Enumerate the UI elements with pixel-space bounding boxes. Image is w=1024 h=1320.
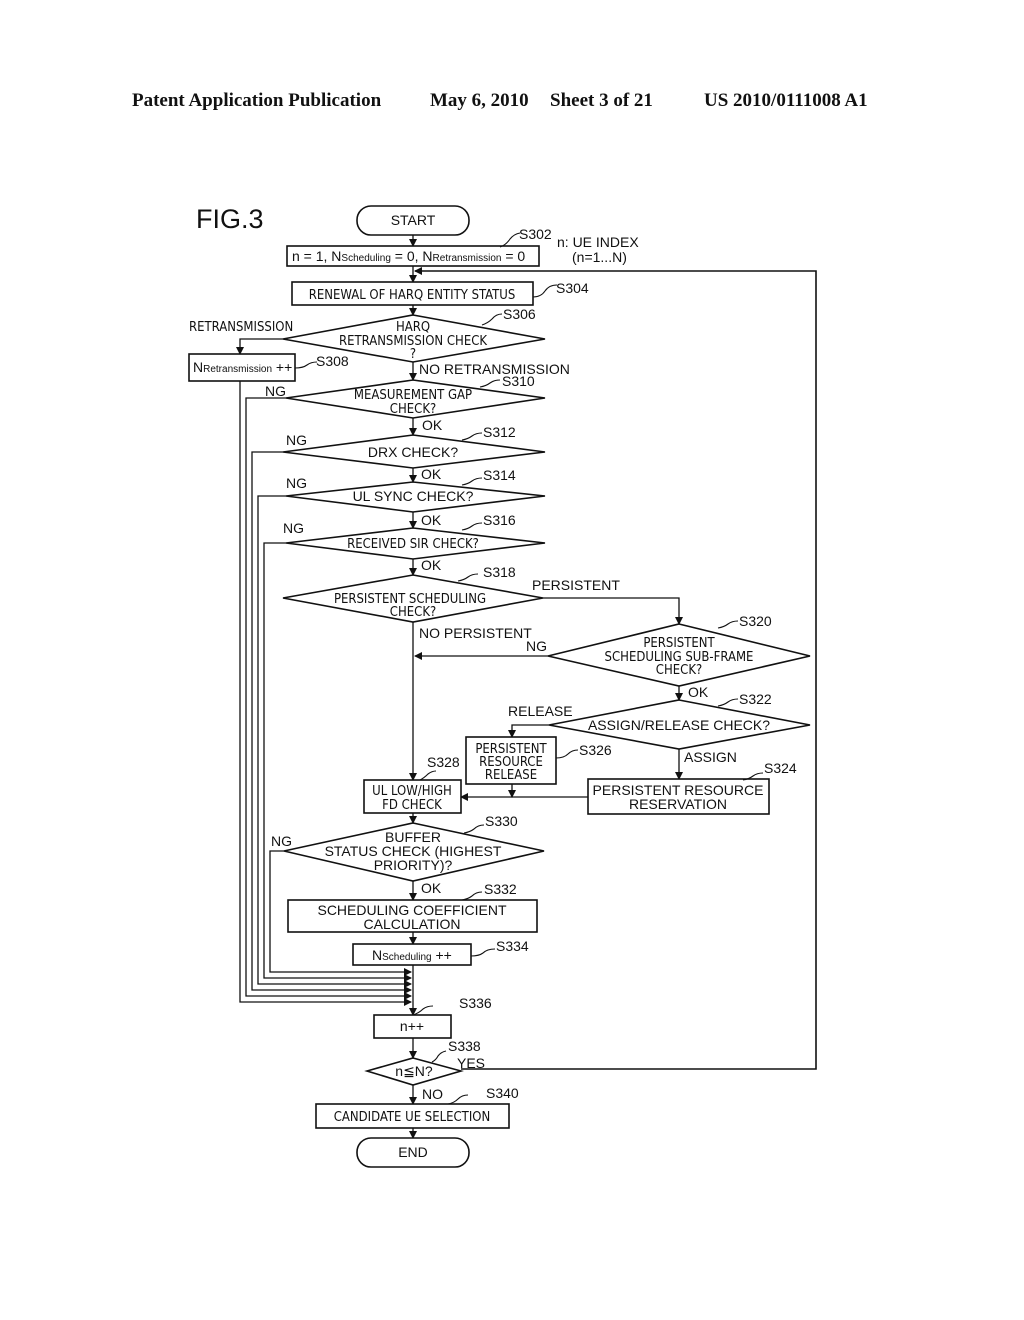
s306-step-id: S306: [503, 306, 536, 322]
s314-ng-label: NG: [286, 475, 307, 491]
s336-text: n++: [400, 1018, 424, 1034]
s320-ng-label: NG: [526, 638, 547, 654]
s338-text: n≦N?: [395, 1063, 433, 1079]
s308-step-id: S308: [316, 353, 349, 369]
s318-persistent-label: PERSISTENT: [532, 577, 620, 593]
s316-text: RECEIVED SIR CHECK?: [347, 537, 479, 552]
decision-s314: UL SYNC CHECK? S314: [285, 467, 546, 513]
s330-line3: PRIORITY)?: [374, 857, 453, 873]
s310-line1: MEASUREMENT GAP: [354, 388, 472, 403]
step-s324: PERSISTENT RESOURCE RESERVATION S324: [587, 760, 797, 815]
decision-s320: PERSISTENT SCHEDULING SUB-FRAME CHECK? S…: [547, 613, 811, 687]
s330-ng-label: NG: [271, 833, 292, 849]
s316-step-id: S316: [483, 512, 516, 528]
s320-line1: PERSISTENT: [643, 636, 715, 651]
s338-no-label: NO: [422, 1086, 443, 1102]
s306-retransmission-label: RETRANSMISSION: [189, 320, 293, 335]
s330-ok-label: OK: [421, 880, 442, 896]
s310-step-id: S310: [502, 373, 535, 389]
s332-step-id: S332: [484, 881, 517, 897]
step-s308: NRetransmission ++ S308: [188, 353, 349, 382]
note-ue-range: (n=1...N): [572, 249, 627, 265]
s316-ok-label: OK: [421, 557, 442, 573]
s340-step-id: S340: [486, 1085, 519, 1101]
decision-s322: ASSIGN/RELEASE CHECK? S322: [548, 691, 811, 750]
arrow-s318-s320: [543, 597, 683, 625]
flowchart: FIG.3 START n = 1, NScheduling = 0, NRet…: [188, 204, 817, 1168]
s324-line2: RESERVATION: [629, 796, 727, 812]
s312-ok-label: OK: [421, 466, 442, 482]
step-s304: RENEWAL OF HARQ ENTITY STATUS S304: [291, 280, 589, 306]
s314-text: UL SYNC CHECK?: [353, 488, 474, 504]
s328-step-id: S328: [427, 754, 460, 770]
s336-step-id: S336: [459, 995, 492, 1011]
start-label: START: [391, 212, 436, 228]
s314-step-id: S314: [483, 467, 516, 483]
arrow-s322-s326: [508, 724, 549, 738]
s328-line1: UL LOW/HIGH: [372, 784, 452, 799]
decision-s310: MEASUREMENT GAP CHECK? S310: [285, 373, 546, 419]
end-label: END: [398, 1144, 428, 1160]
s330-step-id: S330: [485, 813, 518, 829]
s322-text: ASSIGN/RELEASE CHECK?: [588, 717, 770, 733]
s338-step-id: S338: [448, 1038, 481, 1054]
end-terminal: END: [356, 1137, 470, 1168]
s340-text: CANDIDATE UE SELECTION: [334, 1110, 490, 1125]
s322-release-label: RELEASE: [508, 703, 573, 719]
s312-ng-label: NG: [286, 432, 307, 448]
s328-line2: FD CHECK: [382, 798, 442, 813]
note-ue-index: n: UE INDEX: [557, 234, 639, 250]
s326-line3: RELEASE: [485, 768, 537, 783]
figure-title: FIG.3: [196, 204, 264, 234]
s318-no-persistent-label: NO PERSISTENT: [419, 625, 532, 641]
s320-step-id: S320: [739, 613, 772, 629]
s310-ok-label: OK: [422, 417, 443, 433]
s302-step-id: S302: [519, 226, 552, 242]
decision-s312: DRX CHECK? S312: [282, 424, 546, 469]
s318-line2: CHECK?: [390, 605, 436, 620]
s312-step-id: S312: [483, 424, 516, 440]
s320-line3: CHECK?: [656, 663, 702, 678]
s314-ok-label: OK: [421, 512, 442, 528]
s324-step-id: S324: [764, 760, 797, 776]
s306-no-retransmission-label: NO RETRANSMISSION: [419, 361, 570, 377]
decision-s316: RECEIVED SIR CHECK? S316: [285, 512, 546, 560]
s334-step-id: S334: [496, 938, 529, 954]
step-s326: PERSISTENT RESOURCE RELEASE S326: [465, 736, 612, 785]
s316-ng-label: NG: [283, 520, 304, 536]
s318-step-id: S318: [483, 564, 516, 580]
decision-s330: BUFFER STATUS CHECK (HIGHEST PRIORITY)? …: [283, 813, 545, 882]
s322-step-id: S322: [739, 691, 772, 707]
s338-yes-label: YES: [457, 1055, 485, 1071]
s326-step-id: S326: [579, 742, 612, 758]
s332-line2: CALCULATION: [364, 916, 461, 932]
s306-line3: ?: [410, 347, 416, 362]
s310-line2: CHECK?: [390, 402, 436, 417]
step-s340: CANDIDATE UE SELECTION S340: [315, 1085, 519, 1129]
s310-ng-label: NG: [265, 383, 286, 399]
start-terminal: START: [356, 205, 470, 236]
s322-assign-label: ASSIGN: [684, 749, 737, 765]
arrow-s306-s308: [236, 338, 283, 355]
s304-text: RENEWAL OF HARQ ENTITY STATUS: [309, 288, 516, 303]
step-s334: NScheduling ++ S334: [352, 938, 529, 966]
s304-step-id: S304: [556, 280, 589, 296]
s320-ok-label: OK: [688, 684, 709, 700]
s306-line1: HARQ: [396, 320, 430, 335]
s312-text: DRX CHECK?: [368, 444, 458, 460]
